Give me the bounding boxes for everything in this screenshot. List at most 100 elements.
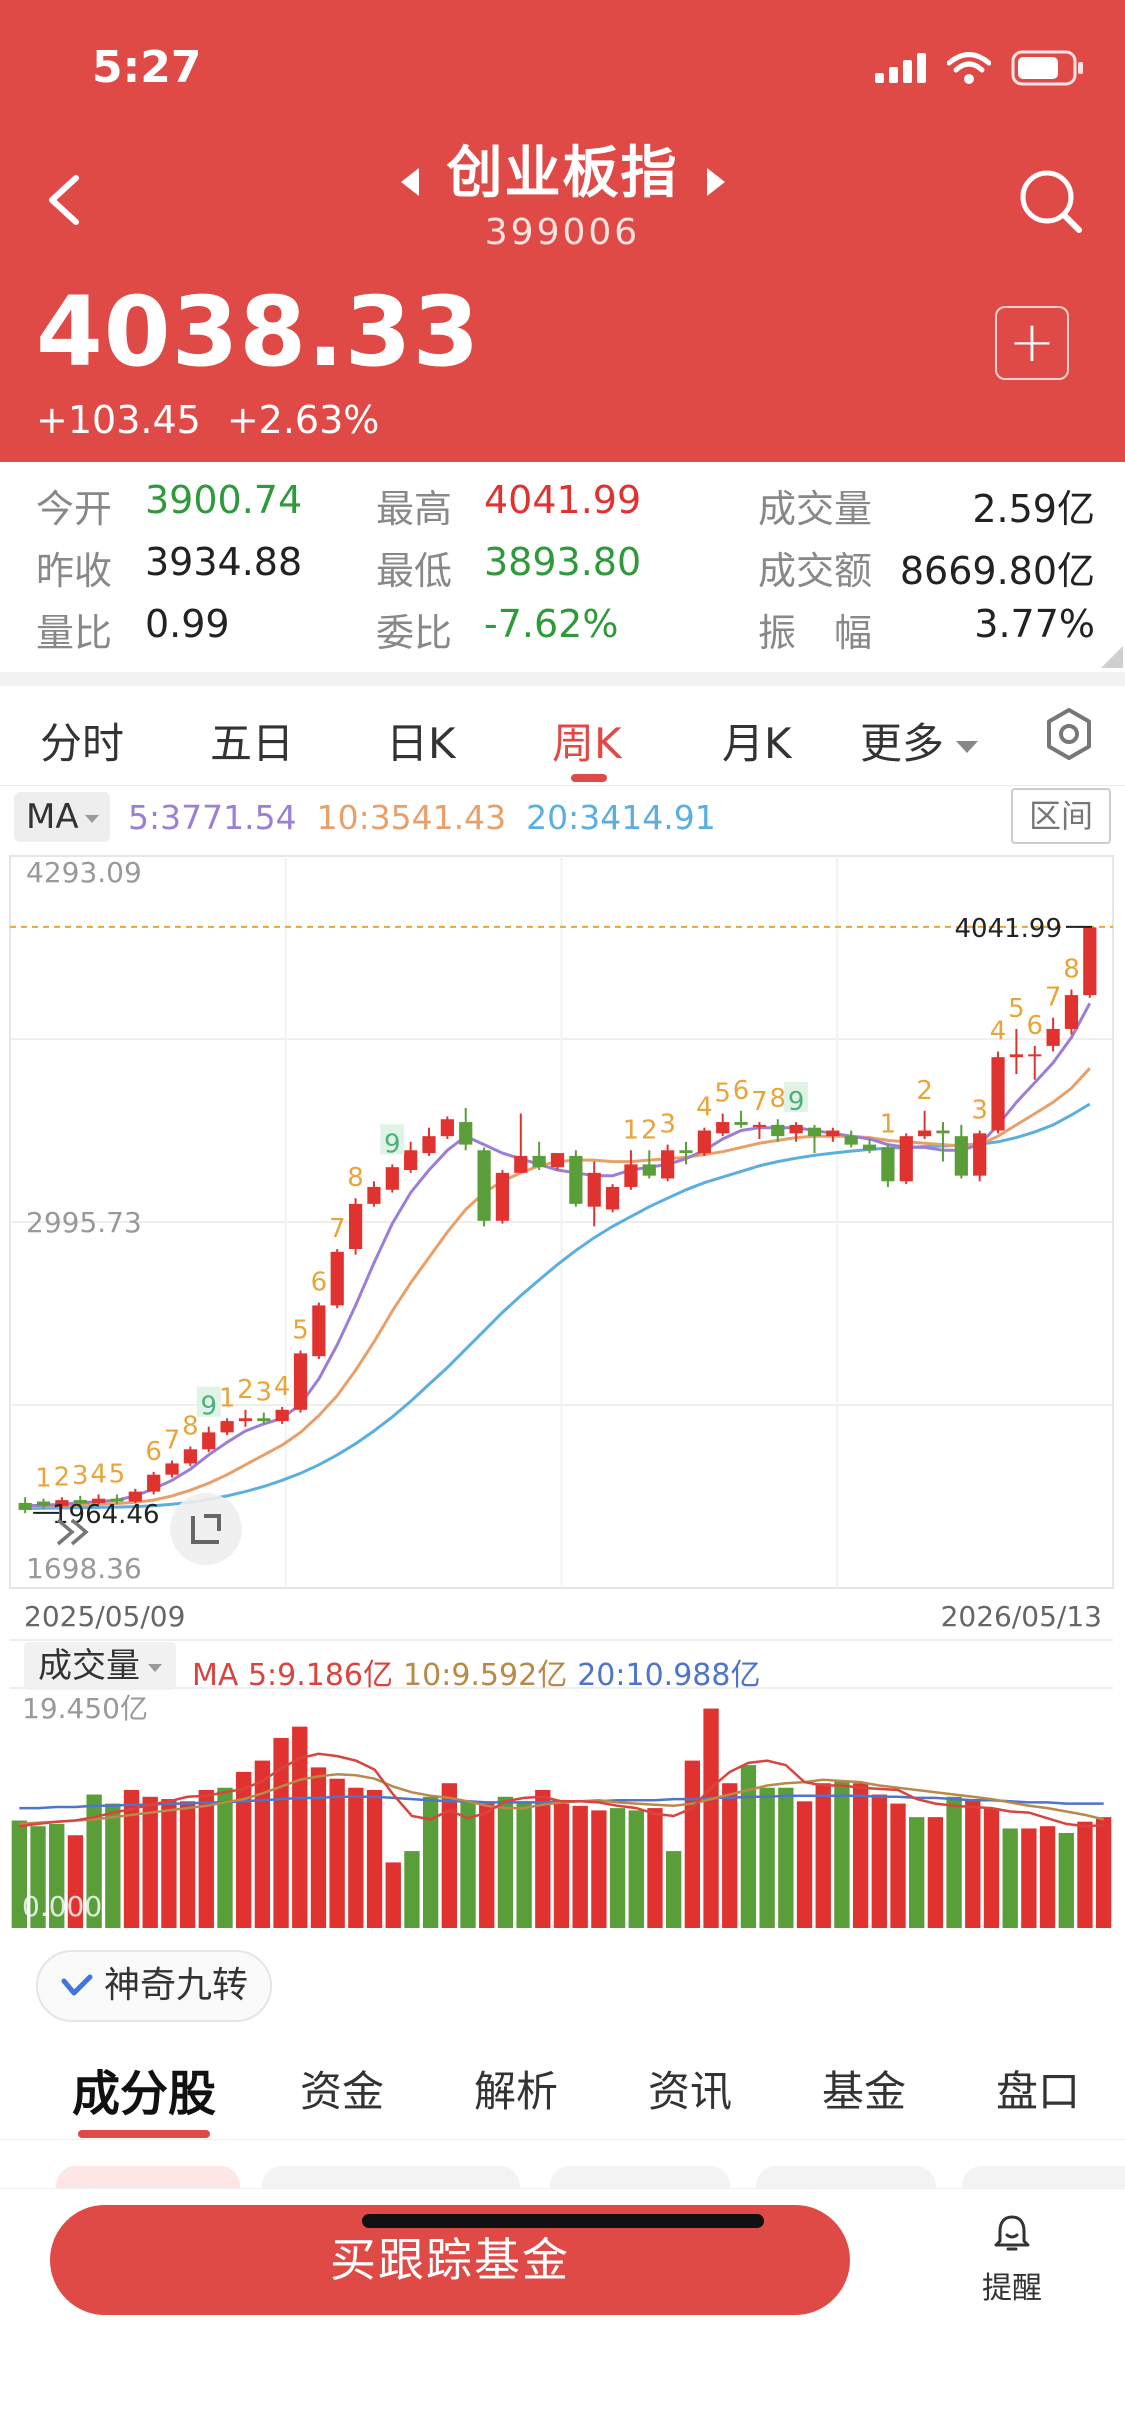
candle xyxy=(477,1150,491,1221)
nine-marker: 4 xyxy=(274,1372,291,1402)
nine-marker: 7 xyxy=(1045,983,1062,1013)
tab-more-label: 更多 xyxy=(860,719,945,768)
candle xyxy=(1009,1054,1024,1058)
tab-news[interactable]: 资讯 xyxy=(648,2058,732,2119)
nine-turn-markers: 1 2 3 4 56 7 89 1 2 3 456789 1 2 34 5 6 7 8 912345678 xyxy=(35,954,1079,1493)
tab-intraday[interactable]: 分时 xyxy=(40,710,124,771)
filter-chip[interactable] xyxy=(262,2166,520,2190)
candle xyxy=(789,1124,803,1134)
vol-ma20: 20:10.988亿 xyxy=(577,1658,761,1693)
candle xyxy=(220,1421,234,1433)
filter-chip[interactable] xyxy=(962,2166,1125,2190)
remind-button[interactable]: 提醒 xyxy=(960,2211,1064,2307)
nine-marker: 3 xyxy=(971,1096,988,1126)
volume-bar xyxy=(815,1783,831,1928)
battery-icon xyxy=(1011,50,1083,86)
tab-constituents[interactable]: 成分股 xyxy=(72,2054,216,2124)
nine-marker: 4 xyxy=(90,1459,107,1489)
search-button[interactable] xyxy=(1009,160,1089,240)
tab-monthly-k[interactable]: 月K xyxy=(722,710,792,771)
expand-corner-icon[interactable] xyxy=(1101,646,1123,668)
volume-bar xyxy=(666,1851,682,1928)
volume-bar xyxy=(572,1805,588,1928)
next-index-icon[interactable] xyxy=(706,167,725,196)
kline-chart[interactable]: 1 2 3 4 56 7 89 1 2 3 456789 1 2 34 5 6 7 8 912345678 4293… xyxy=(0,848,1125,1928)
tab-weekly-k[interactable]: 周K xyxy=(552,710,622,771)
y-axis-min-label: 1698.36 xyxy=(26,1552,142,1585)
add-watchlist-button[interactable]: + xyxy=(995,306,1069,380)
status-time: 5:27 xyxy=(92,42,202,93)
volume-min-label: 0.000 xyxy=(22,1890,102,1923)
volume-bar xyxy=(254,1760,271,1928)
tab-daily-k[interactable]: 日K xyxy=(386,710,456,771)
stat-value: -7.62% xyxy=(484,602,619,646)
magic-nine-label: 神奇九转 xyxy=(104,1965,249,2006)
candle xyxy=(238,1418,253,1422)
change-percent: +2.63% xyxy=(226,398,380,442)
candle xyxy=(881,1147,895,1182)
y-axis-mid-label: 2995.73 xyxy=(26,1206,142,1239)
candle xyxy=(991,1057,1005,1131)
candle xyxy=(771,1124,785,1137)
current-price: 4038.33 xyxy=(36,276,481,388)
chart-settings-icon[interactable] xyxy=(1041,706,1097,762)
stat-label: 最高 xyxy=(376,487,453,531)
tab-funds[interactable]: 基金 xyxy=(822,2058,906,2119)
stat-row: 量比 0.99 委比 -7.62% 振 幅 3.77% xyxy=(0,602,1125,662)
range-button[interactable]: 区间 xyxy=(1011,788,1111,844)
nine-marker: 1 xyxy=(623,1115,640,1145)
nine-marker: 3 xyxy=(659,1110,676,1140)
vol-ma10: 10:9.592亿 xyxy=(403,1658,568,1693)
nine-marker: 7 xyxy=(164,1426,181,1456)
volume-bar xyxy=(105,1803,121,1928)
nine-marker: 8 xyxy=(769,1084,786,1114)
filter-chip[interactable] xyxy=(56,2166,240,2190)
candle xyxy=(679,1150,693,1154)
nine-marker: 9 xyxy=(200,1392,217,1422)
volume-bar xyxy=(553,1803,570,1928)
filter-chip[interactable] xyxy=(756,2166,936,2190)
stat-label: 振 幅 xyxy=(758,611,873,655)
tab-order-book[interactable]: 盘口 xyxy=(996,2058,1080,2119)
nine-marker: 7 xyxy=(329,1214,346,1244)
nine-marker: 5 xyxy=(292,1316,309,1346)
ma-values: 5:3771.54 10:3541.43 20:3414.91 xyxy=(128,798,736,837)
tab-analysis[interactable]: 解析 xyxy=(474,2058,558,2119)
candle xyxy=(422,1136,436,1154)
tab-five-day[interactable]: 五日 xyxy=(210,710,294,771)
volume-bar xyxy=(348,1787,364,1928)
candle xyxy=(899,1136,913,1182)
active-detail-underline xyxy=(78,2130,210,2138)
x-axis-end-label: 2026/05/13 xyxy=(941,1600,1102,1633)
header: 5:27 创业板指 399006 4038.33 +103.45 +2.63% xyxy=(0,0,1125,462)
signal-icon xyxy=(875,53,926,83)
volume-bar xyxy=(1077,1821,1093,1928)
candle xyxy=(1046,1028,1060,1046)
volume-bar xyxy=(778,1787,794,1928)
candle xyxy=(36,1501,51,1506)
stat-value: 3934.88 xyxy=(145,540,303,584)
nine-marker: 1 xyxy=(219,1383,236,1413)
volume-bar xyxy=(366,1790,383,1928)
fullscreen-button[interactable] xyxy=(170,1493,242,1565)
nine-marker: 8 xyxy=(347,1163,364,1193)
prev-index-icon[interactable] xyxy=(400,167,419,196)
magic-nine-chip[interactable]: 神奇九转 xyxy=(36,1950,273,2022)
volume-bar xyxy=(516,1801,532,1928)
volume-bar xyxy=(927,1817,944,1928)
stat-value: 3.77% xyxy=(974,602,1095,646)
tab-capital[interactable]: 资金 xyxy=(300,2058,384,2119)
candle xyxy=(257,1418,271,1422)
indicator-select[interactable]: MA xyxy=(14,792,110,842)
candle xyxy=(348,1203,363,1250)
volume-bar xyxy=(722,1783,738,1928)
chevron-down-icon xyxy=(148,1663,162,1672)
filter-chip[interactable] xyxy=(550,2166,730,2190)
candle xyxy=(514,1155,528,1173)
nine-marker: 8 xyxy=(1063,954,1080,984)
nine-marker: 5 xyxy=(714,1079,731,1109)
x-axis-start-label: 2025/05/09 xyxy=(24,1600,185,1633)
volume-indicator-select[interactable]: 成交量 xyxy=(24,1642,176,1690)
candle xyxy=(202,1432,216,1450)
tab-more[interactable]: 更多 xyxy=(860,710,979,771)
